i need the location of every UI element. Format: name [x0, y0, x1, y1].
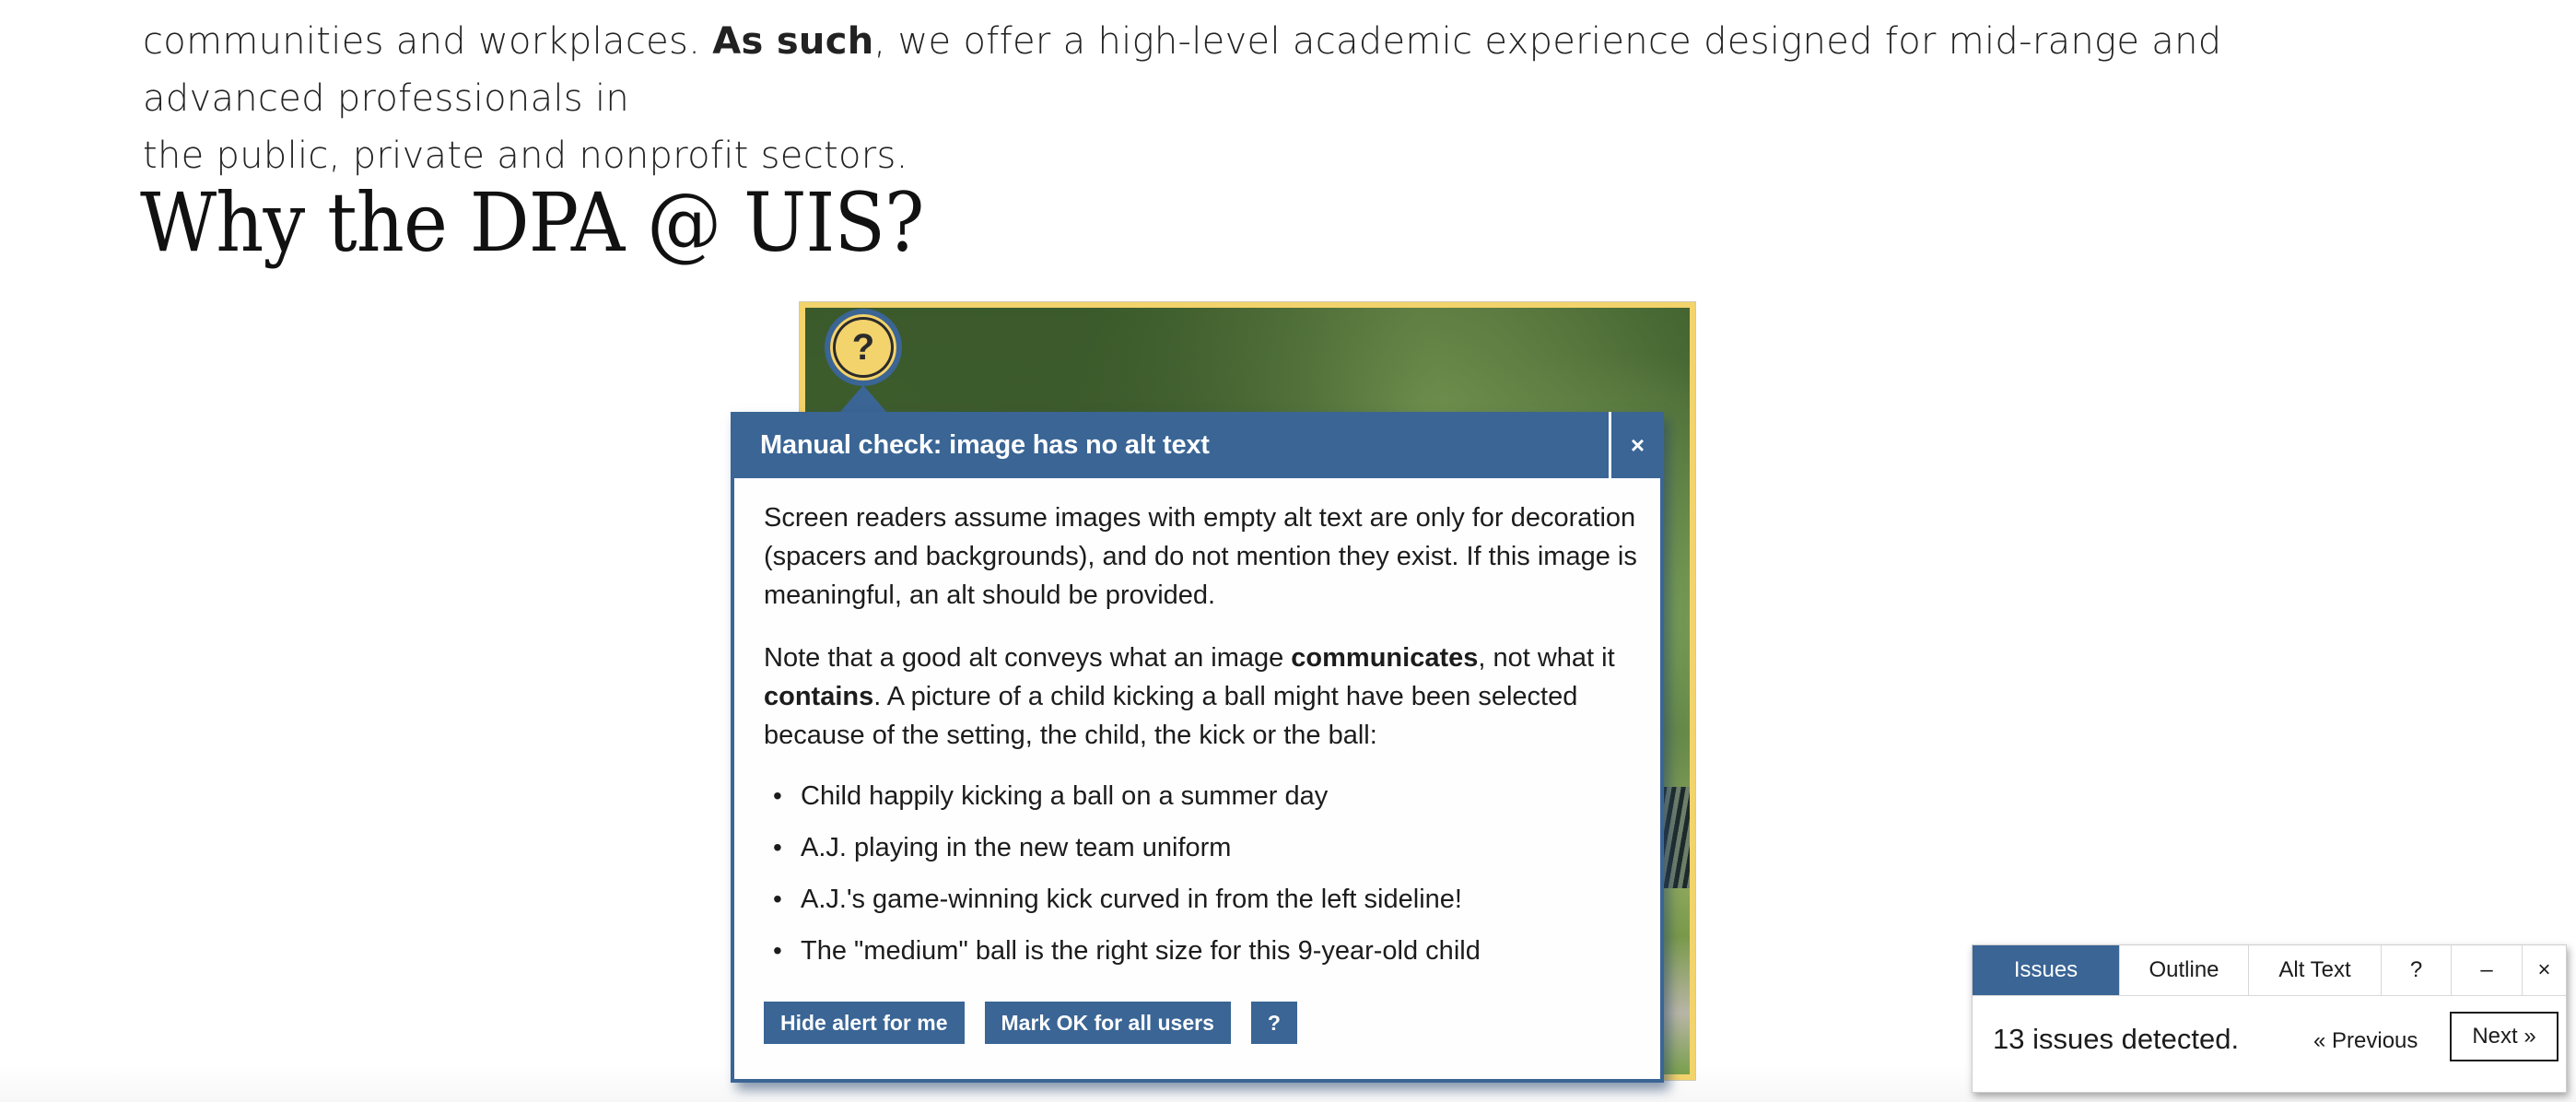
hide-alert-button[interactable]: Hide alert for me — [764, 1002, 965, 1044]
paragraph2-bold-communicates: communicates — [1291, 643, 1479, 673]
paragraph2-text-3: . A picture of a child kicking a ball mi… — [764, 682, 1578, 750]
intro-bold-phrase: As such — [712, 20, 874, 63]
mark-ok-button[interactable]: Mark OK for all users — [984, 1002, 1231, 1044]
alt-examples-list: Child happily kicking a ball on a summer… — [764, 777, 1642, 970]
list-item: A.J.'s game-winning kick curved in from … — [764, 880, 1642, 919]
paragraph2-text-1: Note that a good alt conveys what an ima… — [764, 643, 1292, 673]
popup-paragraph-1: Screen readers assume images with empty … — [764, 503, 1637, 610]
help-tab-button[interactable]: ? — [2382, 945, 2452, 995]
issues-count: 13 issues detected. — [1993, 1023, 2240, 1055]
popup-body: Screen readers assume images with empty … — [764, 478, 1642, 983]
alert-popup: Manual check: image has no alt text × Sc… — [731, 412, 1664, 1083]
popup-paragraph-2: Note that a good alt conveys what an ima… — [764, 639, 1642, 755]
popup-actions: Hide alert for me Mark OK for all users … — [764, 1002, 1297, 1044]
popup-header: Manual check: image has no alt text × — [731, 412, 1664, 478]
list-item: The "medium" ball is the right size for … — [764, 932, 1642, 970]
intro-line2: the public, private and nonprofit sector… — [143, 135, 908, 177]
tab-outline[interactable]: Outline — [2120, 945, 2249, 995]
close-icon[interactable]: × — [1609, 412, 1664, 478]
tab-alt-text[interactable]: Alt Text — [2249, 945, 2382, 995]
intro-paragraph: communities and workplaces. As such, we … — [143, 13, 2372, 184]
badge-pointer — [839, 385, 887, 413]
minimize-button[interactable]: – — [2452, 945, 2523, 995]
panel-tabs: Issues Outline Alt Text ? – × — [1973, 945, 2566, 996]
next-button[interactable]: Next » — [2450, 1012, 2558, 1061]
close-panel-button[interactable]: × — [2523, 945, 2566, 995]
paragraph2-bold-contains: contains — [764, 682, 874, 711]
section-heading: Why the DPA @ UIS? — [140, 175, 924, 270]
list-item: Child happily kicking a ball on a summer… — [764, 777, 1642, 815]
paragraph2-text-2: , not what it — [1478, 643, 1615, 673]
popup-title: Manual check: image has no alt text — [760, 430, 1210, 460]
list-item: A.J. playing in the new team uniform — [764, 828, 1642, 867]
question-mark-icon[interactable]: ? — [825, 309, 902, 386]
intro-line1-prefix: communities and workplaces. — [143, 20, 713, 63]
tab-issues[interactable]: Issues — [1973, 945, 2120, 995]
checker-panel: Issues Outline Alt Text ? – × 13 issues … — [1972, 944, 2567, 1093]
help-button[interactable]: ? — [1250, 1002, 1297, 1044]
previous-button[interactable]: « Previous — [2313, 1028, 2418, 1054]
